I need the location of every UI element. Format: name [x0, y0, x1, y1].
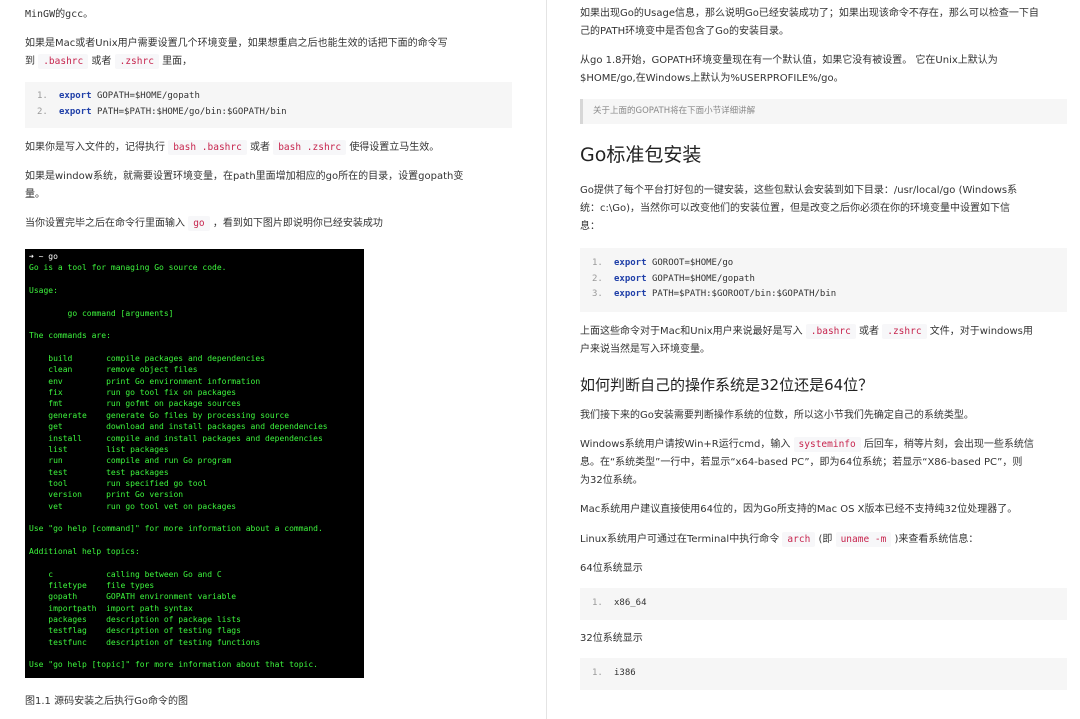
- heading-os-bits: 如何判断自己的操作系统是32位还是64位？: [580, 376, 874, 394]
- paragraph-verify: 当你设置完毕之后在命令行里面输入 go ，看到如下图片即说明你已经安装成功: [25, 215, 383, 233]
- code-keyword: export: [59, 106, 92, 117]
- text-span: Linux系统用户可通过在Terminal中执行命令: [580, 534, 780, 545]
- paragraph-line: 息。在“系统类型”一行中，若显示“x64-based PC”，即为64位系统；若…: [580, 457, 1023, 468]
- label-32bit: 32位系统显示: [580, 633, 643, 644]
- code-line: 1. x86_64: [592, 596, 1055, 612]
- inline-code-bash-bashrc: bash .bashrc: [168, 140, 247, 155]
- text-span: 当你设置完毕之后在命令行里面输入: [25, 218, 185, 229]
- code-block-x86-64: 1. x86_64: [580, 588, 1067, 620]
- paragraph-source: 如果你是写入文件的，记得执行 bash .bashrc 或者 bash .zsh…: [25, 139, 439, 157]
- paragraph-mac-check: Mac系统用户建议直接使用64位的，因为Go所支持的Mac OS X版本已经不支…: [580, 504, 1018, 515]
- paragraph-installer: Go提供了每个平台打好包的一键安装，这些包默认会安装到如下目录：/usr/loc…: [580, 182, 1070, 236]
- code-text: i386: [614, 668, 636, 678]
- text-span: 里面，: [162, 56, 193, 67]
- figure-caption: 图1.1 源码安装之后执行Go命令的图: [25, 696, 188, 707]
- code-line: 2. export PATH=$PATH:$HOME/go/bin:$GOPATH…: [37, 105, 500, 121]
- text-span: 上面这些命令对于Mac和Unix用户来说最好是写入: [580, 326, 803, 337]
- paragraph-gopath-default: 从go 1.8开始，GOPATH环境变量现在有一个默认值，如果它没有被设置。 它…: [580, 52, 1070, 88]
- text-span: 文件，对于windows用: [929, 326, 1033, 337]
- code-keyword: export: [59, 91, 92, 101]
- text-span: 或者: [859, 326, 880, 337]
- line-number: 2.: [37, 106, 48, 117]
- code-text: GOPATH=$HOME/gopath: [651, 273, 755, 284]
- text-span: Windows系统用户请按Win+R运行cmd，输入: [580, 439, 791, 450]
- code-line: 2. export GOPATH=$HOME/gopath: [592, 272, 1055, 288]
- paragraph-line: 量。: [25, 189, 45, 200]
- terminal-screenshot: ➜ ~ go Go is a tool for managing Go sourc…: [25, 249, 364, 678]
- heading-standard-install: Go标准包安装: [580, 144, 702, 166]
- paragraph-line: Go提供了每个平台打好包的一键安装，这些包默认会安装到如下目录：/usr/loc…: [580, 185, 1018, 196]
- code-line: 1. i386: [592, 666, 1055, 682]
- paragraph-line: 统：c:\Go)，当然你可以改变他们的安装位置，但是改变之后你必须在你的环境变量…: [580, 203, 1011, 214]
- code-keyword: export: [614, 289, 647, 299]
- blockquote-note: 关于上面的GOPATH将在下面小节详细讲解: [580, 99, 1067, 124]
- code-block-goroot: 1. export GOROOT=$HOME/go 2. export GOPATH…: [580, 248, 1067, 312]
- inline-code-go: go: [188, 216, 210, 231]
- paragraph-line: 息：: [580, 221, 600, 232]
- paragraph-windows: 如果是window系统，就需要设置环境变量，在path里面增加相应的go所在的目…: [25, 168, 513, 204]
- inline-code-arch: arch: [782, 532, 816, 547]
- paragraph-line: 己的PATH环境变中是否包含了Go的安装目录。: [580, 26, 789, 37]
- paragraph-mingw: MinGW的gcc。: [25, 9, 94, 20]
- code-keyword: export: [614, 273, 647, 284]
- inline-code-zshrc: .zshrc: [114, 54, 159, 69]
- inline-code-bash-zshrc: bash .zshrc: [273, 140, 347, 155]
- text-span: 后回车，稍等片刻，会出现一些系统信: [863, 439, 1034, 450]
- code-text: GOPATH=$HOME/gopath: [96, 91, 200, 101]
- terminal-prompt: ➜ ~ go: [29, 252, 58, 261]
- line-number: 1.: [592, 668, 603, 678]
- line-number: 1.: [592, 258, 603, 268]
- paragraph-line: 从go 1.8开始，GOPATH环境变量现在有一个默认值，如果它没有被设置。 它…: [580, 55, 998, 66]
- text-span: ，看到如下图片即说明你已经安装成功: [212, 218, 383, 229]
- paragraph-linux-check: Linux系统用户可通过在Terminal中执行命令 arch (即 uname…: [580, 531, 978, 549]
- code-keyword: export: [614, 258, 647, 268]
- terminal-output: Go is a tool for managing Go source code…: [29, 263, 328, 670]
- paragraph-mac-unix: 如果是Mac或者Unix用户需要设置几个环境变量，如果想重启之后也能生效的话把下…: [25, 35, 513, 71]
- paragraph-line: $HOME/go,在Windows上默认为%USERPROFILE%/go。: [580, 73, 844, 84]
- text-span: )来查看系统信息：: [894, 534, 979, 545]
- text-span: 或者: [250, 142, 271, 153]
- code-text: GOROOT=$HOME/go: [651, 258, 734, 268]
- line-number: 1.: [37, 91, 48, 101]
- inline-code-bashrc: .bashrc: [805, 324, 856, 339]
- inline-code-systeminfo: systeminfo: [793, 437, 861, 452]
- inline-code-uname: uname -m: [835, 532, 892, 547]
- paragraph-line: 户来说当然是写入环境变量。: [580, 344, 710, 355]
- text-span: (即: [818, 534, 833, 545]
- line-number: 3.: [592, 289, 603, 299]
- paragraph-usage: 如果出现Go的Usage信息，那么说明Go已经安装成功了；如果出现该命令不存在，…: [580, 5, 1070, 41]
- inline-code-bashrc: .bashrc: [38, 54, 89, 69]
- inline-code-zshrc: .zshrc: [882, 324, 927, 339]
- paragraph-line: 如果是Mac或者Unix用户需要设置几个环境变量，如果想重启之后也能生效的话把下…: [25, 38, 448, 49]
- code-line: 3. export PATH=$PATH:$GOROOT/bin:$GOPATH/…: [592, 287, 1055, 303]
- line-number: 2.: [592, 273, 603, 284]
- paragraph-line: 如果出现Go的Usage信息，那么说明Go已经安装成功了；如果出现该命令不存在，…: [580, 8, 1039, 19]
- paragraph-line: 到 .bashrc 或者 .zshrc 里面，: [25, 53, 513, 71]
- text-span: 使得设置立马生效。: [349, 142, 440, 153]
- code-line: 1. export GOROOT=$HOME/go: [592, 256, 1055, 272]
- text-span: 到: [25, 56, 35, 67]
- paragraph-line: 如果是window系统，就需要设置环境变量，在path里面增加相应的go所在的目…: [25, 171, 464, 182]
- paragraph-line: Windows系统用户请按Win+R运行cmd，输入 systeminfo 后回…: [580, 436, 1070, 454]
- label-64bit: 64位系统显示: [580, 563, 643, 574]
- paragraph-bashrc-note: 上面这些命令对于Mac和Unix用户来说最好是写入 .bashrc 或者 .zs…: [580, 323, 1070, 359]
- paragraph-line: 为32位系统。: [580, 475, 643, 486]
- line-number: 1.: [592, 598, 603, 608]
- column-divider: [546, 0, 547, 719]
- text-span: 如果你是写入文件的，记得执行: [25, 142, 165, 153]
- code-text: x86_64: [614, 598, 647, 608]
- paragraph-line: 上面这些命令对于Mac和Unix用户来说最好是写入 .bashrc 或者 .zs…: [580, 323, 1070, 341]
- document-page: MinGW的gcc。 如果是Mac或者Unix用户需要设置几个环境变量，如果想重…: [0, 0, 1080, 719]
- text-span: 或者: [91, 56, 112, 67]
- paragraph-os-intro: 我们接下来的Go安装需要判断操作系统的位数，所以这小节我们先确定自己的系统类型。: [580, 410, 974, 421]
- code-line: 1. export GOPATH=$HOME/gopath: [37, 89, 500, 105]
- code-block-gopath: 1. export GOPATH=$HOME/gopath 2. export PA…: [25, 82, 512, 128]
- code-text: PATH=$PATH:$GOROOT/bin:$GOPATH/bin: [651, 289, 837, 299]
- code-text: PATH=$PATH:$HOME/go/bin:$GOPATH/bin: [96, 106, 287, 117]
- code-block-i386: 1. i386: [580, 658, 1067, 690]
- paragraph-windows-check: Windows系统用户请按Win+R运行cmd，输入 systeminfo 后回…: [580, 436, 1070, 490]
